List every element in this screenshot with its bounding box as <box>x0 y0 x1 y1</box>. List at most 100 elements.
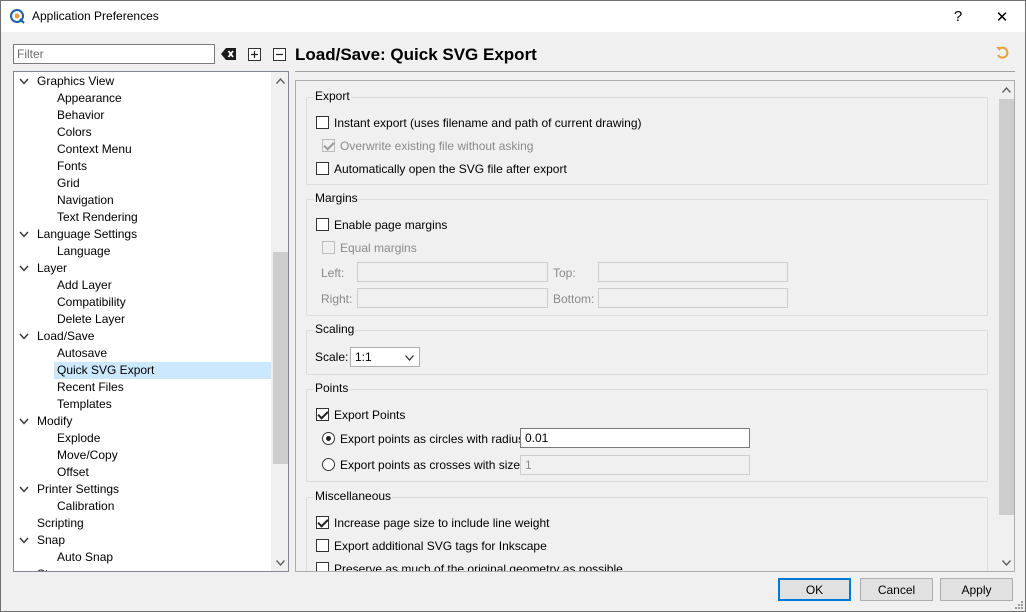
expand-chevron-icon[interactable] <box>19 537 29 544</box>
enable-margins-checkbox[interactable] <box>316 218 329 231</box>
tree-item-recent-files[interactable]: Recent Files <box>14 379 273 396</box>
tree-item-language-settings[interactable]: Language Settings <box>14 226 273 243</box>
tree-item-label: Templates <box>57 397 112 411</box>
auto-open-option[interactable]: Automatically open the SVG file after ex… <box>316 161 567 177</box>
tree-scrollbar[interactable] <box>271 72 288 571</box>
filter-input[interactable] <box>13 44 215 64</box>
expand-chevron-icon[interactable] <box>19 333 29 340</box>
crosses-label: Export points as crosses with size: <box>340 458 524 472</box>
tree-item-layer[interactable]: Layer <box>14 260 273 277</box>
crosses-radio[interactable] <box>322 458 335 471</box>
circle-radius-input[interactable]: 0.01 <box>520 428 750 448</box>
preferences-window: Application Preferences ? ✕ Graphics Vie… <box>0 0 1026 612</box>
tree-item-modify[interactable]: Modify <box>14 413 273 430</box>
tree-item-label: Language <box>57 244 111 258</box>
tree-item-compatibility[interactable]: Compatibility <box>14 294 273 311</box>
increase-page-option[interactable]: Increase page size to include line weigh… <box>316 515 549 531</box>
resize-grip-icon[interactable] <box>1013 599 1023 609</box>
tree-item-label: Layer <box>37 261 68 275</box>
tree-item-add-layer[interactable]: Add Layer <box>14 277 273 294</box>
ok-button[interactable]: OK <box>778 578 851 601</box>
tree-item-snap[interactable]: Snap <box>14 532 273 549</box>
settings-scrollbar[interactable] <box>997 81 1014 571</box>
expand-all-button[interactable] <box>245 45 263 63</box>
tree-item-graphics-view[interactable]: Graphics View <box>14 73 273 90</box>
instant-export-option[interactable]: Instant export (uses filename and path o… <box>316 115 642 131</box>
enable-margins-option[interactable]: Enable page margins <box>316 217 447 233</box>
export-points-option[interactable]: Export Points <box>316 407 405 423</box>
expand-chevron-icon[interactable] <box>19 265 29 272</box>
scrollbar-thumb[interactable] <box>999 99 1014 515</box>
tree-item-label: Move/Copy <box>57 448 118 462</box>
scrollbar-thumb[interactable] <box>273 252 288 464</box>
tree-item-auto-snap[interactable]: Auto Snap <box>14 549 273 566</box>
bottom-margin-field <box>598 288 788 308</box>
apply-button[interactable]: Apply <box>940 578 1013 601</box>
help-button[interactable]: ? <box>935 1 981 32</box>
margins-group-title: Margins <box>314 191 359 205</box>
export-points-checkbox[interactable] <box>316 408 329 421</box>
scroll-up-arrow[interactable] <box>998 81 1014 98</box>
top-margin-label: Top: <box>553 266 576 280</box>
cancel-button[interactable]: Cancel <box>860 578 933 601</box>
preserve-geometry-checkbox[interactable] <box>316 562 329 571</box>
tree-item-label: Snap <box>37 533 66 547</box>
expand-chevron-icon[interactable] <box>19 418 29 425</box>
tree-item-autosave[interactable]: Autosave <box>14 345 273 362</box>
tree-item-appearance[interactable]: Appearance <box>14 90 273 107</box>
tree-item-delete-layer[interactable]: Delete Layer <box>14 311 273 328</box>
export-points-label: Export Points <box>334 408 406 422</box>
scale-select[interactable]: 1:1 <box>350 347 420 367</box>
tree-item-printer-settings[interactable]: Printer Settings <box>14 481 273 498</box>
tree-item-move-copy[interactable]: Move/Copy <box>14 447 273 464</box>
circles-radio[interactable] <box>322 432 335 445</box>
tree-item-text-rendering[interactable]: Text Rendering <box>14 209 273 226</box>
tree-item-language[interactable]: Language <box>14 243 273 260</box>
auto-open-checkbox[interactable] <box>316 162 329 175</box>
tree-item-label: Text Rendering <box>57 210 138 224</box>
overwrite-label: Overwrite existing file without asking <box>340 139 534 153</box>
tree-item-templates[interactable]: Templates <box>14 396 273 413</box>
expand-chevron-icon[interactable] <box>19 486 29 493</box>
close-button[interactable]: ✕ <box>979 1 1025 32</box>
export-group: Export Instant export (uses filename and… <box>306 89 988 185</box>
equal-margins-label: Equal margins <box>340 241 417 255</box>
scaling-group: Scaling Scale: 1:1 <box>306 322 988 375</box>
tree-item-quick-svg-export[interactable]: Quick SVG Export <box>14 362 273 379</box>
tree-item-offset[interactable]: Offset <box>14 464 273 481</box>
window-title: Application Preferences <box>32 9 159 23</box>
increase-page-label: Increase page size to include line weigh… <box>334 516 550 530</box>
tree-item-st[interactable]: St... <box>14 566 273 571</box>
chevron-down-icon <box>276 559 285 566</box>
scroll-down-arrow[interactable] <box>998 554 1014 571</box>
tree-item-label: Navigation <box>57 193 114 207</box>
tree-item-explode[interactable]: Explode <box>14 430 273 447</box>
scroll-up-arrow[interactable] <box>272 72 288 89</box>
expand-chevron-icon[interactable] <box>19 78 29 85</box>
circles-option[interactable]: Export points as circles with radius: <box>322 431 527 447</box>
tree-item-context-menu[interactable]: Context Menu <box>14 141 273 158</box>
margins-group: Margins Enable page margins Equal margin… <box>306 191 988 316</box>
expand-chevron-icon[interactable] <box>19 231 29 238</box>
scale-value: 1:1 <box>355 350 372 364</box>
collapse-all-button[interactable] <box>270 45 288 63</box>
tree-item-colors[interactable]: Colors <box>14 124 273 141</box>
tree-item-grid[interactable]: Grid <box>14 175 273 192</box>
tree-item-behavior[interactable]: Behavior <box>14 107 273 124</box>
crosses-option[interactable]: Export points as crosses with size: <box>322 457 523 473</box>
scroll-down-arrow[interactable] <box>272 554 288 571</box>
tree-item-calibration[interactable]: Calibration <box>14 498 273 515</box>
tree-item-scripting[interactable]: Scripting <box>14 515 273 532</box>
inkscape-tags-checkbox[interactable] <box>316 539 329 552</box>
tree-item-navigation[interactable]: Navigation <box>14 192 273 209</box>
reset-icon[interactable] <box>995 46 1009 60</box>
clear-filter-button[interactable] <box>220 45 238 63</box>
preserve-geometry-option[interactable]: Preserve as much of the original geometr… <box>316 561 623 571</box>
tree-item-fonts[interactable]: Fonts <box>14 158 273 175</box>
tree-item-load-save[interactable]: Load/Save <box>14 328 273 345</box>
increase-page-checkbox[interactable] <box>316 516 329 529</box>
inkscape-tags-option[interactable]: Export additional SVG tags for Inkscape <box>316 538 547 554</box>
category-tree[interactable]: Graphics View Appearance Behavior Colors Con… <box>13 71 289 572</box>
instant-export-checkbox[interactable] <box>316 116 329 129</box>
cross-size-input: 1 <box>520 455 750 475</box>
